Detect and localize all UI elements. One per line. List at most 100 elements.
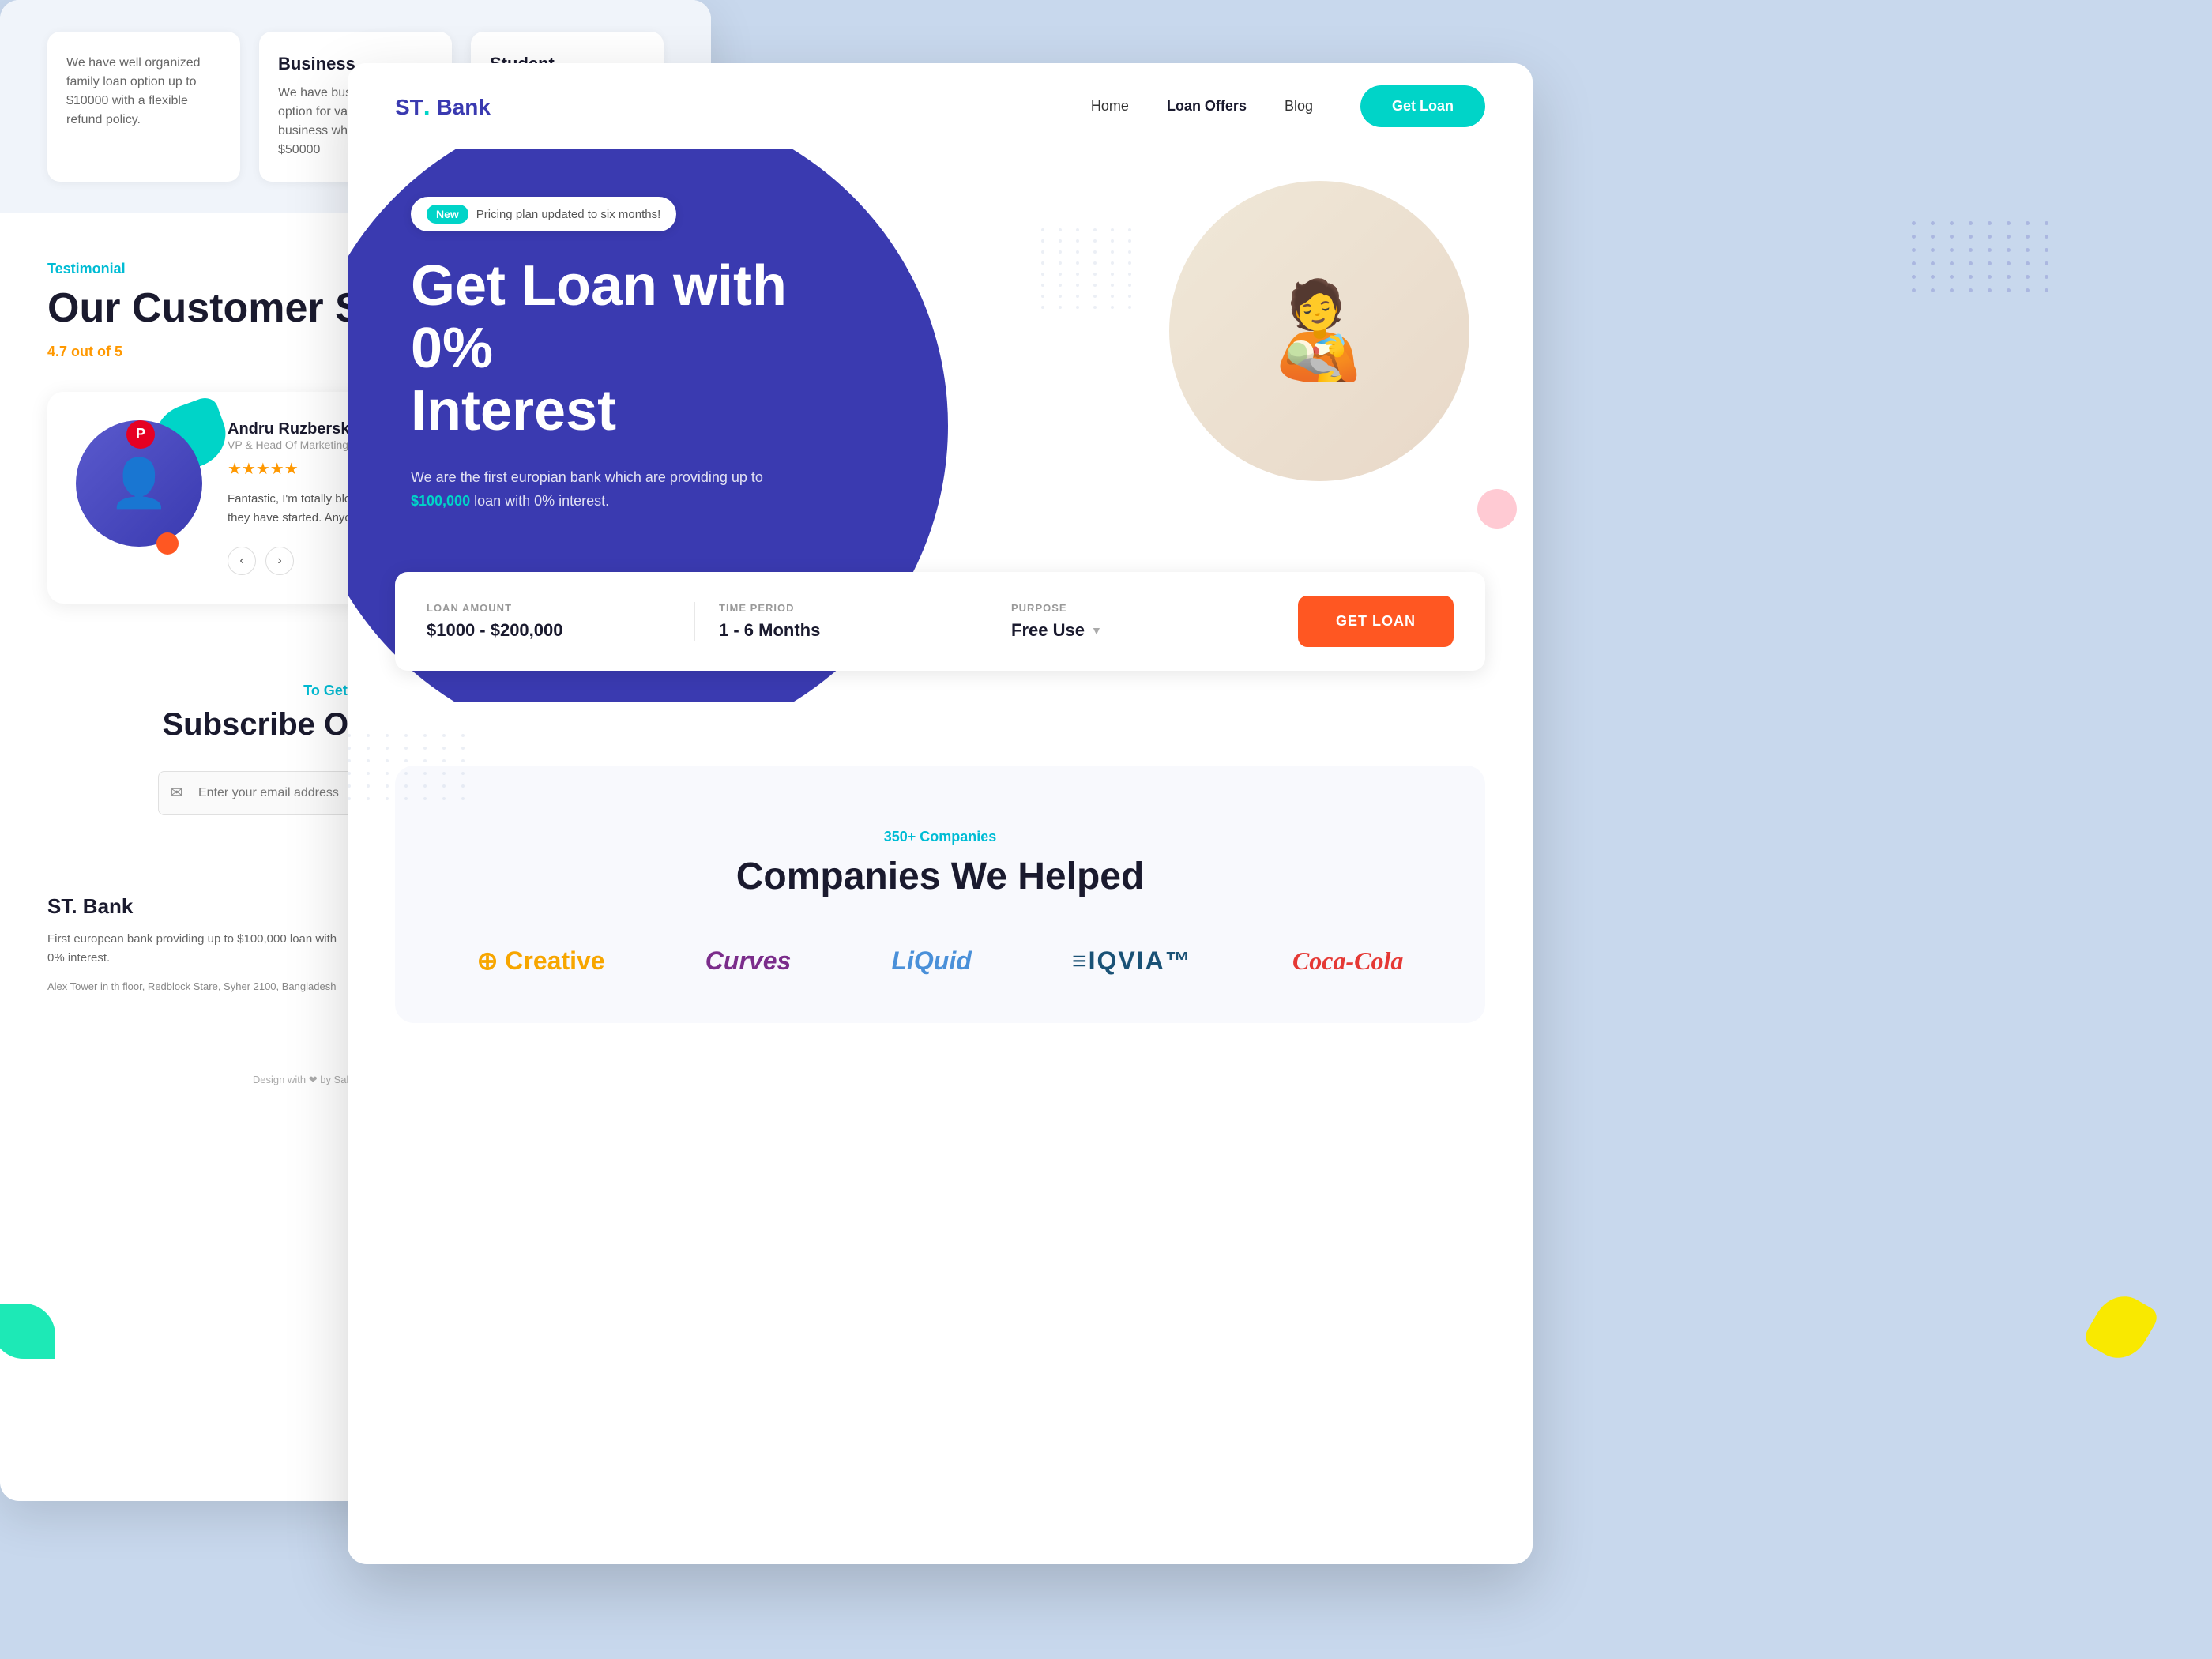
- dot: [1059, 273, 1062, 276]
- dot: [1076, 273, 1079, 276]
- dot: [2007, 261, 2011, 265]
- dot: [461, 797, 465, 800]
- dot: [2045, 235, 2048, 239]
- dot: [442, 747, 446, 750]
- dot: [386, 747, 389, 750]
- dot: [442, 784, 446, 788]
- company-logo-liquid: LiQuid: [891, 946, 971, 976]
- dot: [1950, 275, 1954, 279]
- dot: [423, 759, 427, 762]
- loan-amount-value[interactable]: $1000 - $200,000: [427, 620, 671, 641]
- dot: [1076, 250, 1079, 254]
- dot: [1931, 235, 1935, 239]
- dot: [2007, 275, 2011, 279]
- loan-form-submit-btn[interactable]: GET LOAN: [1298, 596, 1454, 647]
- hero-title-line1: Get Loan with 0%: [411, 254, 787, 380]
- pink-blob-decoration: [1477, 489, 1517, 529]
- dot: [1128, 250, 1131, 254]
- dot: [2007, 288, 2011, 292]
- companies-label: 350+ Companies: [442, 829, 1438, 845]
- dot: [1059, 284, 1062, 287]
- hero-image-illustration: 🧑‍🍼: [1260, 276, 1378, 386]
- yellow-blob-decoration: [2082, 1286, 2161, 1368]
- dot: [367, 784, 370, 788]
- dot: [1950, 261, 1954, 265]
- dot: [1969, 221, 1973, 225]
- navbar-logo-bank: Bank: [436, 95, 490, 119]
- dot: [1128, 239, 1131, 243]
- dot: [1076, 239, 1079, 243]
- pinterest-badge: P: [126, 420, 155, 449]
- company-logo-creative: ⊕ Creative: [477, 946, 605, 976]
- dot: [1041, 284, 1044, 287]
- dot: [1111, 228, 1114, 231]
- dot: [2026, 261, 2030, 265]
- dot: [1969, 261, 1973, 265]
- dot: [1931, 275, 1935, 279]
- dot: [348, 772, 351, 775]
- dot: [386, 797, 389, 800]
- dot: [404, 784, 408, 788]
- dot: [2045, 275, 2048, 279]
- dot: [2026, 221, 2030, 225]
- hero-title-line2: Interest: [411, 379, 616, 442]
- dot: [1093, 250, 1097, 254]
- dot: [1111, 295, 1114, 298]
- dot: [2045, 221, 2048, 225]
- dot: [442, 772, 446, 775]
- dot: [386, 734, 389, 737]
- navbar-link-loan-offers[interactable]: Loan Offers: [1167, 98, 1247, 115]
- company-logo-iqvia: ≡IQVIA™: [1072, 946, 1192, 976]
- navbar-get-loan-btn[interactable]: Get Loan: [1360, 85, 1485, 127]
- dot: [2026, 235, 2030, 239]
- dot: [2045, 261, 2048, 265]
- dot: [1950, 221, 1954, 225]
- dot: [1059, 306, 1062, 309]
- dot: [1128, 273, 1131, 276]
- dot: [348, 734, 351, 737]
- dot: [461, 772, 465, 775]
- dot: [386, 784, 389, 788]
- hero-dots-decoration: [1041, 228, 1138, 309]
- dot: [1950, 248, 1954, 252]
- hero-desc-end: loan with 0% interest.: [470, 493, 609, 509]
- dot: [1128, 261, 1131, 265]
- dot: [1093, 295, 1097, 298]
- testimonial-next-btn[interactable]: ›: [265, 547, 294, 575]
- dot: [2026, 288, 2030, 292]
- dot: [367, 759, 370, 762]
- navbar: ST. Bank Home Loan Offers Blog Get Loan: [348, 63, 1533, 149]
- loan-purpose-value[interactable]: Free Use ▼: [1011, 620, 1255, 641]
- dot: [1969, 275, 1973, 279]
- dot: [1912, 221, 1916, 225]
- dot: [404, 747, 408, 750]
- navbar-link-home[interactable]: Home: [1091, 98, 1129, 115]
- dot: [1041, 261, 1044, 265]
- dot: [1111, 250, 1114, 254]
- navbar-link-blog[interactable]: Blog: [1285, 98, 1313, 115]
- loan-period-text: 1 - 6 Months: [719, 620, 820, 641]
- dot: [1969, 248, 1973, 252]
- testimonial-prev-btn[interactable]: ‹: [228, 547, 256, 575]
- companies-section: 350+ Companies Companies We Helped ⊕ Cre…: [395, 766, 1485, 1023]
- dot: [1969, 235, 1973, 239]
- dot: [1093, 261, 1097, 265]
- dot: [1128, 306, 1131, 309]
- loan-period-value[interactable]: 1 - 6 Months: [719, 620, 963, 641]
- hero-section: New Pricing plan updated to six months! …: [348, 149, 1533, 702]
- dot: [1076, 261, 1079, 265]
- dot: [348, 759, 351, 762]
- dot: [348, 797, 351, 800]
- dot: [1111, 261, 1114, 265]
- dot: [2007, 221, 2011, 225]
- loan-period-field: TIME PERIOD 1 - 6 Months: [695, 602, 988, 641]
- hero-title: Get Loan with 0% Interest: [411, 255, 837, 443]
- dot: [423, 747, 427, 750]
- hero-desc: We are the first europian bank which are…: [411, 465, 822, 514]
- dots-left-companies: [348, 734, 471, 800]
- dot: [1931, 261, 1935, 265]
- testimonial-avatar-wrap: 👤 P: [76, 420, 202, 547]
- dot: [386, 759, 389, 762]
- dot: [1950, 288, 1954, 292]
- loan-card-personal: We have well organized family loan optio…: [47, 32, 240, 182]
